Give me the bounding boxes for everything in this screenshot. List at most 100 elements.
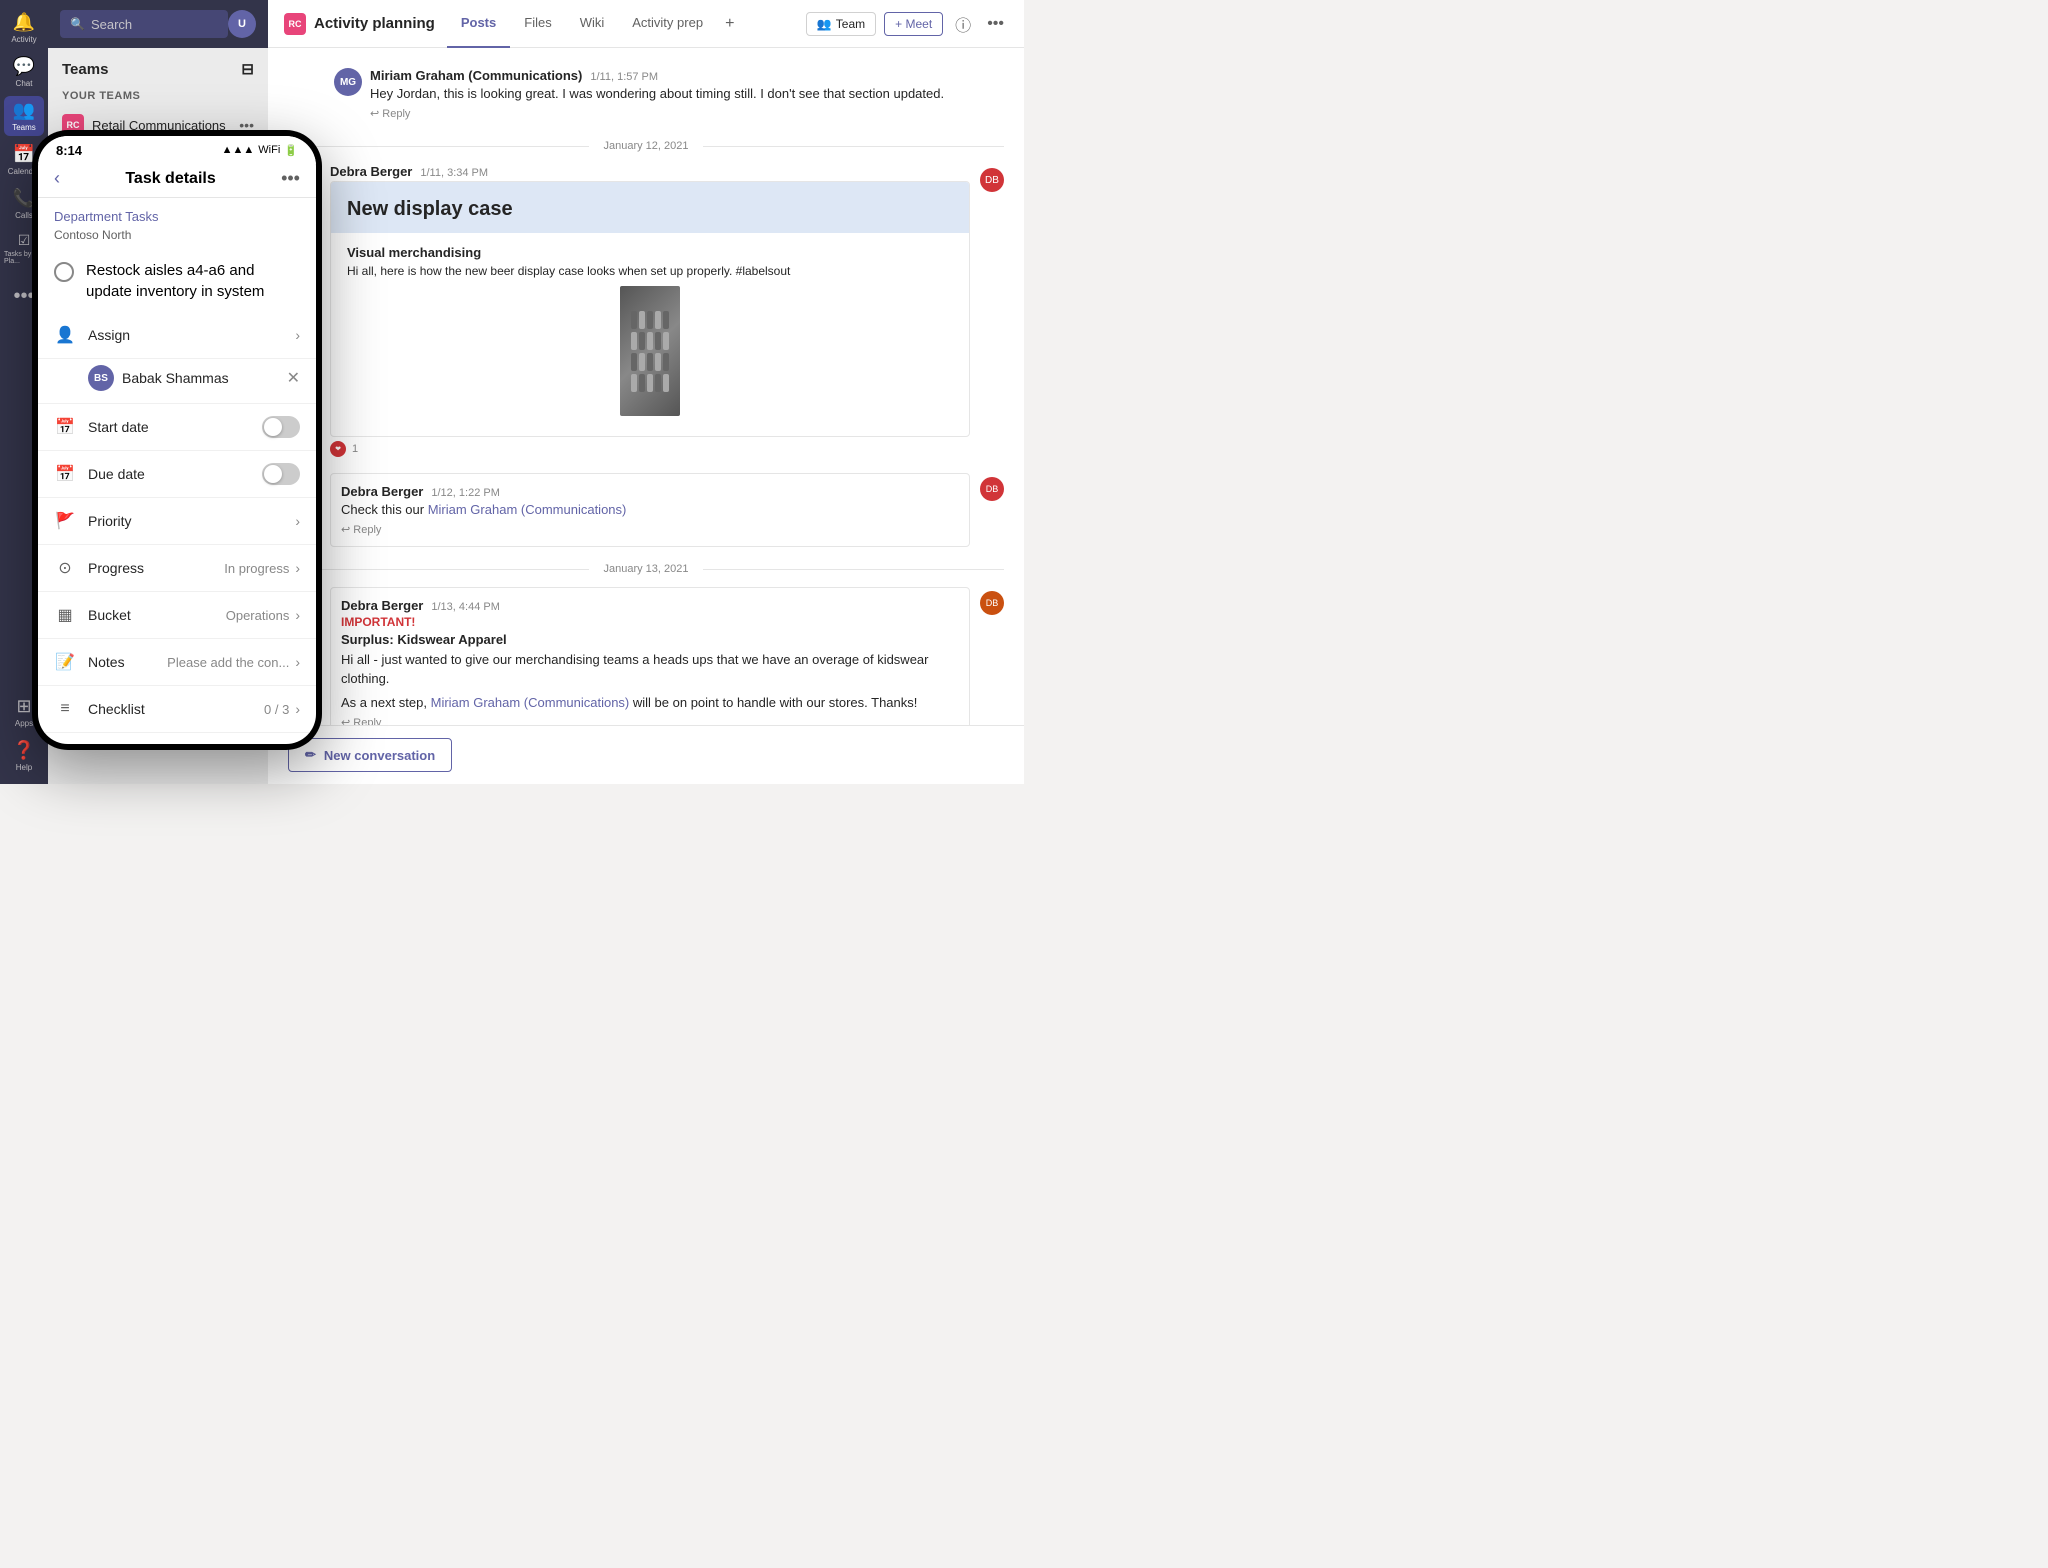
sidebar-item-activity[interactable]: 🔔 Activity (4, 8, 44, 48)
task-field-checklist[interactable]: ≡ Checklist 0 / 3 › (38, 686, 316, 733)
sidebar-item-chat[interactable]: 💬 Chat (4, 52, 44, 92)
toggle-knob-2 (264, 465, 282, 483)
task-field-notes[interactable]: 📝 Notes Please add the con... › (38, 639, 316, 686)
assigned-user-avatar: BS (88, 365, 114, 391)
phone-inner: 8:14 ▲▲▲ WiFi 🔋 ‹ Task details ••• Depar… (38, 136, 316, 744)
reply-btn-1[interactable]: ↩ Reply (370, 107, 1004, 120)
remove-user-button[interactable]: ✕ (287, 368, 300, 388)
sidebar-item-help[interactable]: ❓ Help (4, 736, 44, 776)
progress-icon: ⊙ (54, 557, 76, 579)
msg-author-debra3: Debra Berger (341, 598, 423, 613)
date-divider-jan13: January 13, 2021 (288, 563, 1004, 575)
top-bar: 🔍 U (48, 0, 268, 48)
msg-header-debra3: Debra Berger 1/13, 4:44 PM (341, 598, 959, 613)
chat-area: MG Miriam Graham (Communications) 1/11, … (268, 48, 1024, 725)
msg-time-debra3: 1/13, 4:44 PM (431, 601, 500, 613)
msg-text-debra2: Check this our Miriam Graham (Communicat… (341, 501, 959, 519)
due-date-icon: 📅 (54, 463, 76, 485)
msg-text-miriam: Hey Jordan, this is looking great. I was… (370, 85, 1004, 103)
due-date-label: Due date (88, 466, 262, 482)
task-field-bucket[interactable]: ▦ Bucket Operations › (38, 592, 316, 639)
your-teams-label: Your teams (48, 86, 268, 108)
msg-surplus-title: Surplus: Kidswear Apparel (341, 632, 959, 647)
msg-text-debra3b: As a next step, Miriam Graham (Communica… (341, 694, 959, 712)
tab-files[interactable]: Files (510, 0, 565, 48)
sidebar-item-teams[interactable]: 👥 Teams (4, 96, 44, 136)
search-input[interactable] (91, 17, 218, 32)
message-block-debra1: DB Debra Berger 1/11, 3:34 PM New displa… (288, 164, 1004, 457)
info-icon[interactable]: ⓘ (951, 8, 975, 40)
bucket-label: Bucket (88, 607, 226, 623)
back-button[interactable]: ‹ (54, 168, 60, 189)
tab-activity-prep[interactable]: Activity prep (618, 0, 717, 48)
breadcrumb-link[interactable]: Department Tasks (54, 209, 159, 224)
checklist-chevron: › (295, 701, 300, 717)
bucket-icon: ▦ (54, 604, 76, 626)
channel-header: RC Activity planning Posts Files Wiki Ac… (268, 0, 1024, 48)
assign-label: Assign (88, 327, 295, 343)
mention-miriam: Miriam Graham (Communications) (428, 502, 627, 517)
msg-author-debra1: Debra Berger (330, 164, 412, 179)
phone-header: ‹ Task details ••• (38, 164, 316, 198)
card-body: Visual merchandising Hi all, here is how… (331, 233, 969, 436)
teams-panel-title: Teams (62, 61, 108, 78)
reply-btn-3[interactable]: ↩ Reply (341, 716, 959, 725)
important-label: IMPORTANT! (341, 615, 959, 629)
task-checkbox[interactable] (54, 262, 74, 282)
team-button[interactable]: 👥 Team (806, 12, 876, 36)
search-bar[interactable]: 🔍 (60, 10, 228, 38)
tab-posts[interactable]: Posts (447, 0, 510, 48)
notes-chevron: › (295, 654, 300, 670)
tab-add-icon[interactable]: + (717, 15, 742, 33)
teams-panel-header: Teams ⊟ (48, 48, 268, 86)
phone-time: 8:14 (56, 143, 82, 158)
assign-chevron: › (295, 327, 300, 343)
task-title-text: Restock aisles a4-a6 and update inventor… (86, 260, 300, 302)
task-field-due-date[interactable]: 📅 Due date (38, 451, 316, 498)
msg-time-debra1: 1/11, 3:34 PM (420, 167, 488, 179)
task-field-labels[interactable]: 🏷 Labels › (38, 733, 316, 744)
reply-btn-2[interactable]: ↩ Reply (341, 523, 959, 536)
wifi-icon: WiFi (258, 144, 280, 156)
task-field-start-date[interactable]: 📅 Start date (38, 404, 316, 451)
phone-overlay: 8:14 ▲▲▲ WiFi 🔋 ‹ Task details ••• Depar… (32, 130, 322, 750)
filter-icon[interactable]: ⊟ (241, 60, 254, 78)
msg-header-debra2: Debra Berger 1/12, 1:22 PM (341, 484, 959, 499)
phone-task-title: Task details (125, 170, 215, 188)
date-divider-jan12: January 12, 2021 (288, 140, 1004, 152)
checklist-label: Checklist (88, 701, 264, 717)
msg-react-2: DB (980, 473, 1004, 501)
meet-button[interactable]: + Meet (884, 12, 943, 36)
msg-time-debra2: 1/12, 1:22 PM (431, 487, 500, 499)
task-field-assign[interactable]: 👤 Assign › (38, 312, 316, 359)
assigned-user-row: BS Babak Shammas ✕ (38, 359, 316, 404)
message-card-inner: New display case Visual merchandising Hi… (331, 182, 969, 436)
react-avatar-2: DB (980, 477, 1004, 501)
msg-content-miriam: Miriam Graham (Communications) 1/11, 1:5… (370, 68, 1004, 120)
tab-wiki[interactable]: Wiki (566, 0, 619, 48)
priority-label: Priority (88, 513, 295, 529)
channel-tabs: Posts Files Wiki Activity prep + (447, 0, 802, 48)
channel-header-right: 👥 Team + Meet ⓘ ••• (806, 8, 1008, 40)
react-avatar-3: DB (980, 591, 1004, 615)
bucket-chevron: › (295, 607, 300, 623)
assigned-user-name: Babak Shammas (122, 370, 287, 386)
start-date-toggle[interactable] (262, 416, 300, 438)
more-options-icon[interactable]: ••• (983, 11, 1008, 37)
msg-content-debra3: Debra Berger 1/13, 4:44 PM IMPORTANT! Su… (330, 587, 970, 725)
msg-author-miriam: Miriam Graham (Communications) (370, 68, 582, 83)
msg-time-miriam: 1/11, 1:57 PM (590, 71, 658, 83)
start-date-label: Start date (88, 419, 262, 435)
task-field-progress[interactable]: ⊙ Progress In progress › (38, 545, 316, 592)
reply-message-1: MG Miriam Graham (Communications) 1/11, … (288, 64, 1004, 128)
battery-icon: 🔋 (284, 144, 298, 157)
task-field-priority[interactable]: 🚩 Priority › (38, 498, 316, 545)
progress-label: Progress (88, 560, 224, 576)
search-icon: 🔍 (70, 17, 85, 31)
due-date-toggle[interactable] (262, 463, 300, 485)
phone-breadcrumb: Department Tasks (38, 198, 316, 228)
phone-status-bar: 8:14 ▲▲▲ WiFi 🔋 (38, 136, 316, 164)
phone-more-button[interactable]: ••• (281, 168, 300, 189)
new-conversation-button[interactable]: ✏ New conversation (288, 738, 452, 772)
msg-reaction-icon: DB (980, 164, 1004, 192)
